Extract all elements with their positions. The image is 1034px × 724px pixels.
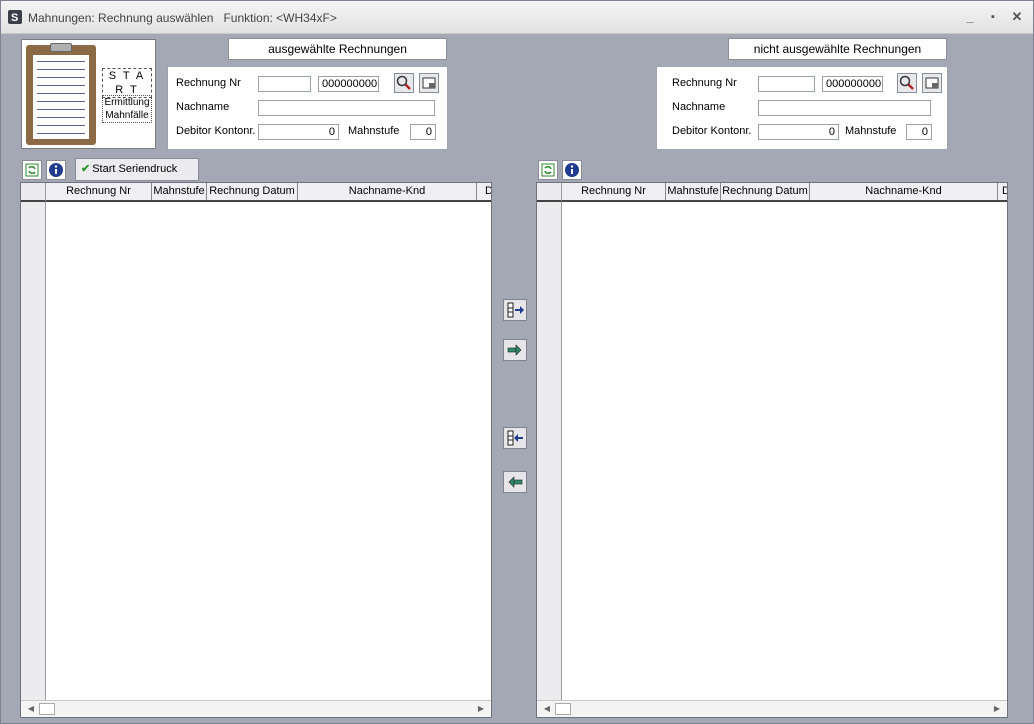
right-horizontal-scrollbar[interactable]: ◀ ▶ — [537, 700, 1007, 717]
left-mahnstufe-input[interactable]: 0 — [410, 124, 436, 140]
scroll-thumb[interactable] — [555, 703, 571, 715]
left-invoice-grid[interactable]: Rechnung Nr Mahnstufe Rechnung Datum Nac… — [20, 182, 492, 718]
refresh-icon[interactable] — [538, 160, 558, 180]
maximize-button[interactable]: ▪ — [985, 9, 1001, 25]
start-seriendruck-button[interactable]: ✔ Start Seriendruck — [75, 158, 199, 181]
scroll-thumb[interactable] — [39, 703, 55, 715]
start-button[interactable]: S T A R T — [102, 68, 152, 98]
grid-corner — [537, 183, 562, 202]
main-window: S Mahnungen: Rechnung auswählen Funktion… — [0, 0, 1034, 724]
left-filter-panel: Rechnung Nr 000000000 Nachname Debitor K… — [167, 66, 448, 150]
right-rechnung-from-input[interactable] — [758, 76, 815, 92]
app-icon: S — [8, 10, 22, 24]
move-all-right-icon[interactable] — [503, 299, 527, 321]
left-horizontal-scrollbar[interactable]: ◀ ▶ — [21, 700, 491, 717]
col-nachname-knd[interactable]: Nachname-Knd — [298, 183, 477, 200]
checkmark-icon: ✔ — [81, 163, 91, 175]
right-rechnung-label: Rechnung Nr — [672, 77, 737, 89]
col-mahnstufe[interactable]: Mahnstufe — [666, 183, 721, 200]
left-debitor-input[interactable]: 0 — [258, 124, 339, 140]
start-seriendruck-label: Start Seriendruck — [92, 163, 178, 175]
start-panel: S T A R T Ermittlung Mahnfälle — [21, 39, 156, 149]
col-d[interactable]: D — [998, 183, 1007, 200]
scroll-left-icon[interactable]: ◀ — [539, 701, 555, 717]
refresh-icon[interactable] — [22, 160, 42, 180]
grid-corner — [21, 183, 46, 202]
clipboard-icon — [26, 43, 96, 145]
row-header-column — [21, 183, 46, 700]
clear-filter-icon[interactable] — [419, 73, 439, 93]
right-nachname-label: Nachname — [672, 101, 726, 113]
window-title: Mahnungen: Rechnung auswählen Funktion: … — [28, 11, 337, 25]
move-right-icon[interactable] — [503, 339, 527, 361]
right-invoice-grid[interactable]: Rechnung Nr Mahnstufe Rechnung Datum Nac… — [536, 182, 1008, 718]
info-icon[interactable] — [562, 160, 582, 180]
left-nachname-input[interactable] — [258, 100, 435, 116]
left-section-header: ausgewählte Rechnungen — [228, 38, 447, 60]
left-grid-header: Rechnung Nr Mahnstufe Rechnung Datum Nac… — [46, 183, 491, 202]
right-nachname-input[interactable] — [758, 100, 931, 116]
left-rechnung-label: Rechnung Nr — [176, 77, 241, 89]
info-icon[interactable] — [46, 160, 66, 180]
col-mahnstufe[interactable]: Mahnstufe — [152, 183, 207, 200]
search-filter-icon[interactable] — [394, 73, 414, 93]
clear-filter-icon[interactable] — [922, 73, 942, 93]
col-rechnung-datum[interactable]: Rechnung Datum — [207, 183, 298, 200]
col-rechnung-nr[interactable]: Rechnung Nr — [46, 183, 152, 200]
left-mahnstufe-label: Mahnstufe — [348, 125, 400, 137]
left-nachname-label: Nachname — [176, 101, 230, 113]
scroll-right-icon[interactable]: ▶ — [989, 701, 1005, 717]
close-button[interactable]: ✕ — [1009, 9, 1025, 25]
right-rechnung-to-input[interactable]: 000000000 — [822, 76, 883, 92]
col-rechnung-datum[interactable]: Rechnung Datum — [721, 183, 810, 200]
left-rechnung-from-input[interactable] — [258, 76, 311, 92]
col-nachname-knd[interactable]: Nachname-Knd — [810, 183, 998, 200]
search-filter-icon[interactable] — [897, 73, 917, 93]
right-mahnstufe-label: Mahnstufe — [845, 125, 897, 137]
title-bar: S Mahnungen: Rechnung auswählen Funktion… — [1, 1, 1033, 34]
right-grid-header: Rechnung Nr Mahnstufe Rechnung Datum Nac… — [562, 183, 1007, 202]
left-debitor-label: Debitor Kontonr. — [176, 125, 256, 137]
right-section-header: nicht ausgewählte Rechnungen — [728, 38, 947, 60]
col-d[interactable]: D — [477, 183, 491, 200]
right-filter-panel: Rechnung Nr 000000000 Nachname Debitor K… — [656, 66, 948, 150]
scroll-left-icon[interactable]: ◀ — [23, 701, 39, 717]
scroll-right-icon[interactable]: ▶ — [473, 701, 489, 717]
row-header-column — [537, 183, 562, 700]
right-debitor-input[interactable]: 0 — [758, 124, 839, 140]
left-rechnung-to-input[interactable]: 000000000 — [318, 76, 379, 92]
minimize-button[interactable]: _ — [962, 9, 978, 25]
right-debitor-label: Debitor Kontonr. — [672, 125, 752, 137]
right-mahnstufe-input[interactable]: 0 — [906, 124, 932, 140]
svg-text:S: S — [11, 12, 18, 24]
move-all-left-icon[interactable] — [503, 427, 527, 449]
move-left-icon[interactable] — [503, 471, 527, 493]
col-rechnung-nr[interactable]: Rechnung Nr — [562, 183, 666, 200]
ermittlung-mahnfaelle-button[interactable]: Ermittlung Mahnfälle — [102, 95, 152, 123]
